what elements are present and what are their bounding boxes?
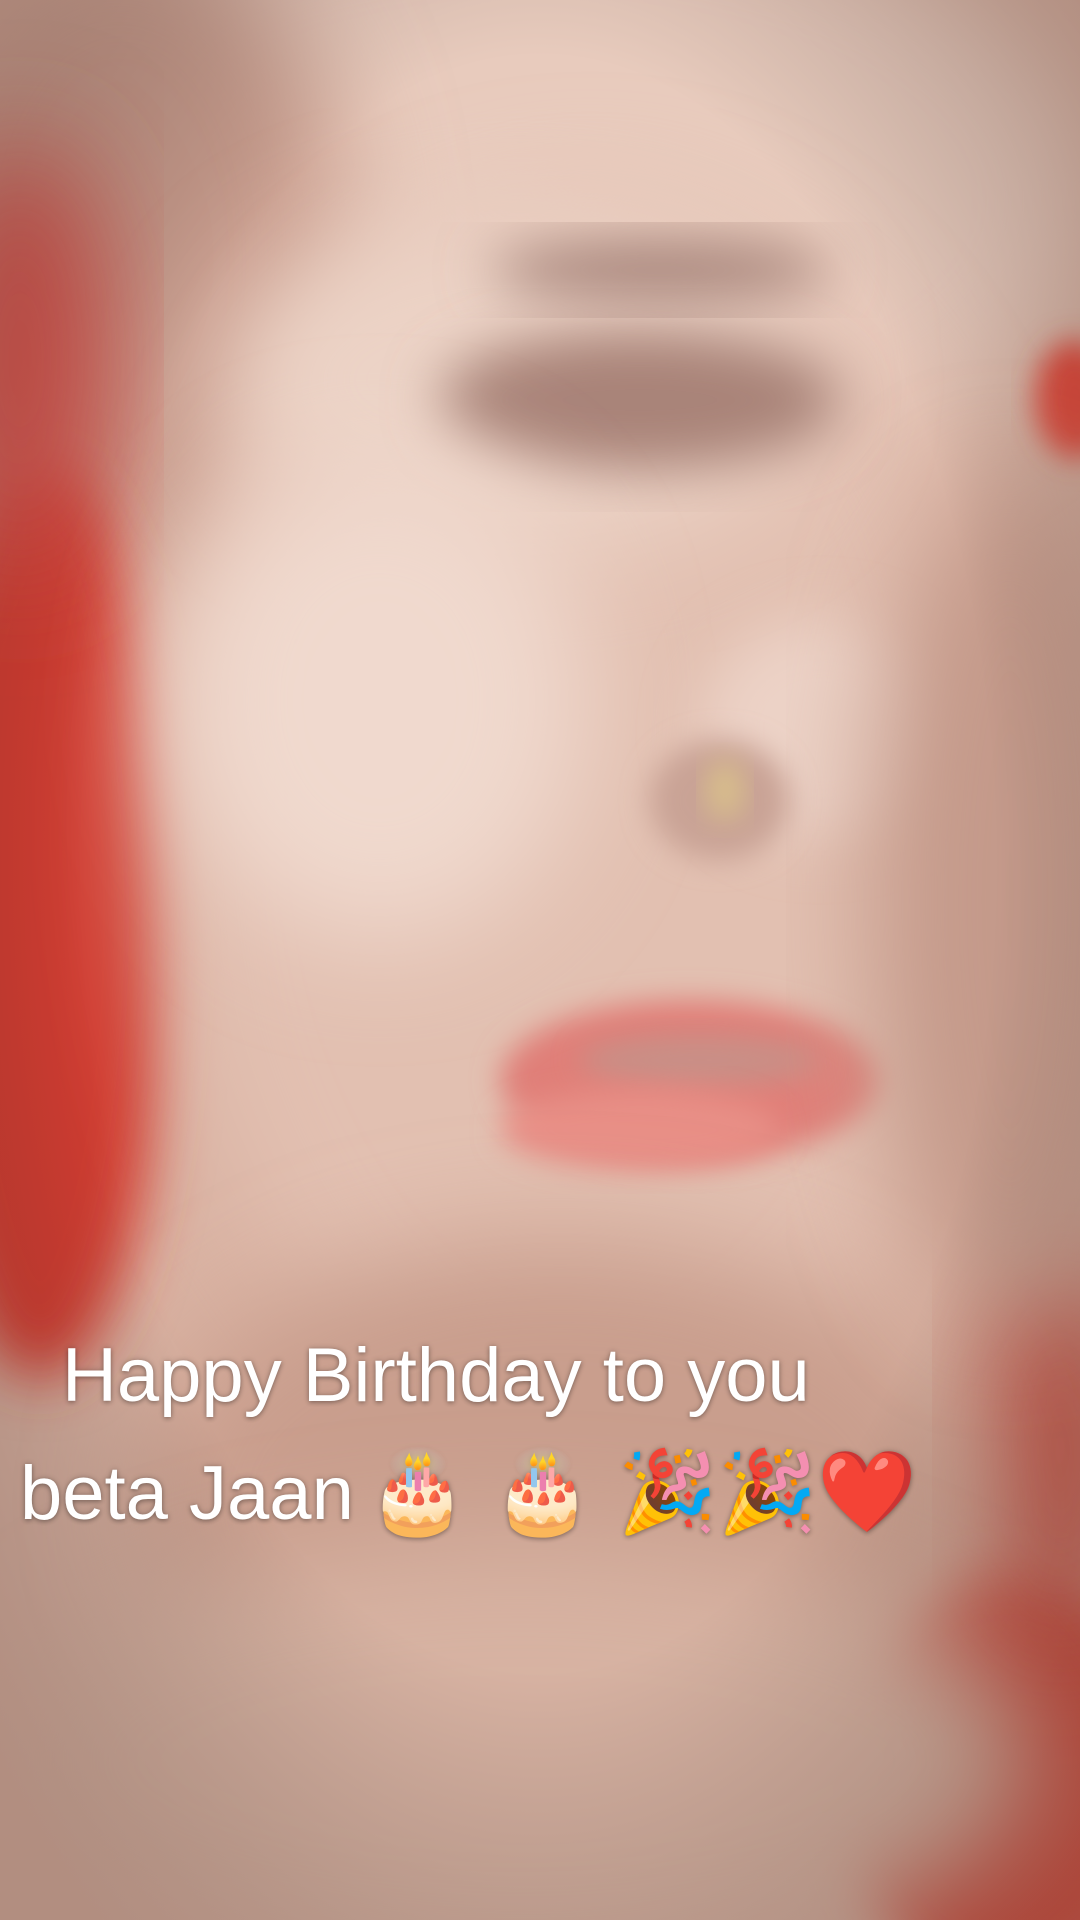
caption-emojis: 🎂 🎂 🎉🎉❤️ bbox=[367, 1445, 917, 1538]
caption-overlay: Happy Birthday to you beta Jaan 🎂 🎂 🎉🎉❤️ bbox=[0, 1318, 1080, 1552]
blurred-selfie-photo bbox=[0, 0, 1080, 1920]
blurred-face-illustration bbox=[0, 0, 1080, 1920]
video-frame: Happy Birthday to you beta Jaan 🎂 🎂 🎉🎉❤️ bbox=[0, 0, 1080, 1920]
caption-line-2-text: beta Jaan bbox=[20, 1451, 354, 1536]
caption-line-1: Happy Birthday to you bbox=[62, 1333, 810, 1418]
caption-line-2: beta Jaan 🎂 🎂 🎉🎉❤️ bbox=[0, 1434, 1080, 1552]
